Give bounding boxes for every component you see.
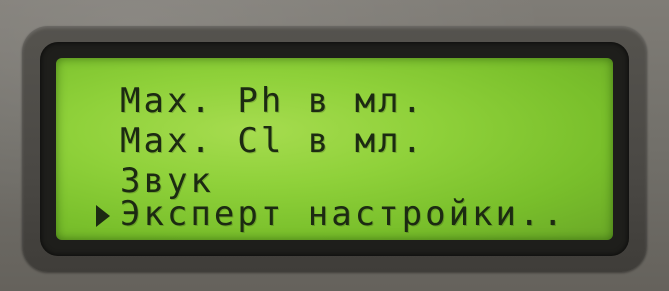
device-housing: Max. Ph в мл. Max. Cl в мл. Звук Эксперт… (0, 0, 669, 291)
lcd-screen: Max. Ph в мл. Max. Cl в мл. Звук Эксперт… (56, 58, 613, 240)
menu-item-max-cl: Max. Cl в мл. (120, 121, 426, 161)
triangle-pointer-icon (96, 205, 110, 227)
menu-item-max-ph: Max. Ph в мл. (120, 81, 426, 121)
menu-item-expert-settings: Эксперт настройки.. (120, 194, 566, 234)
